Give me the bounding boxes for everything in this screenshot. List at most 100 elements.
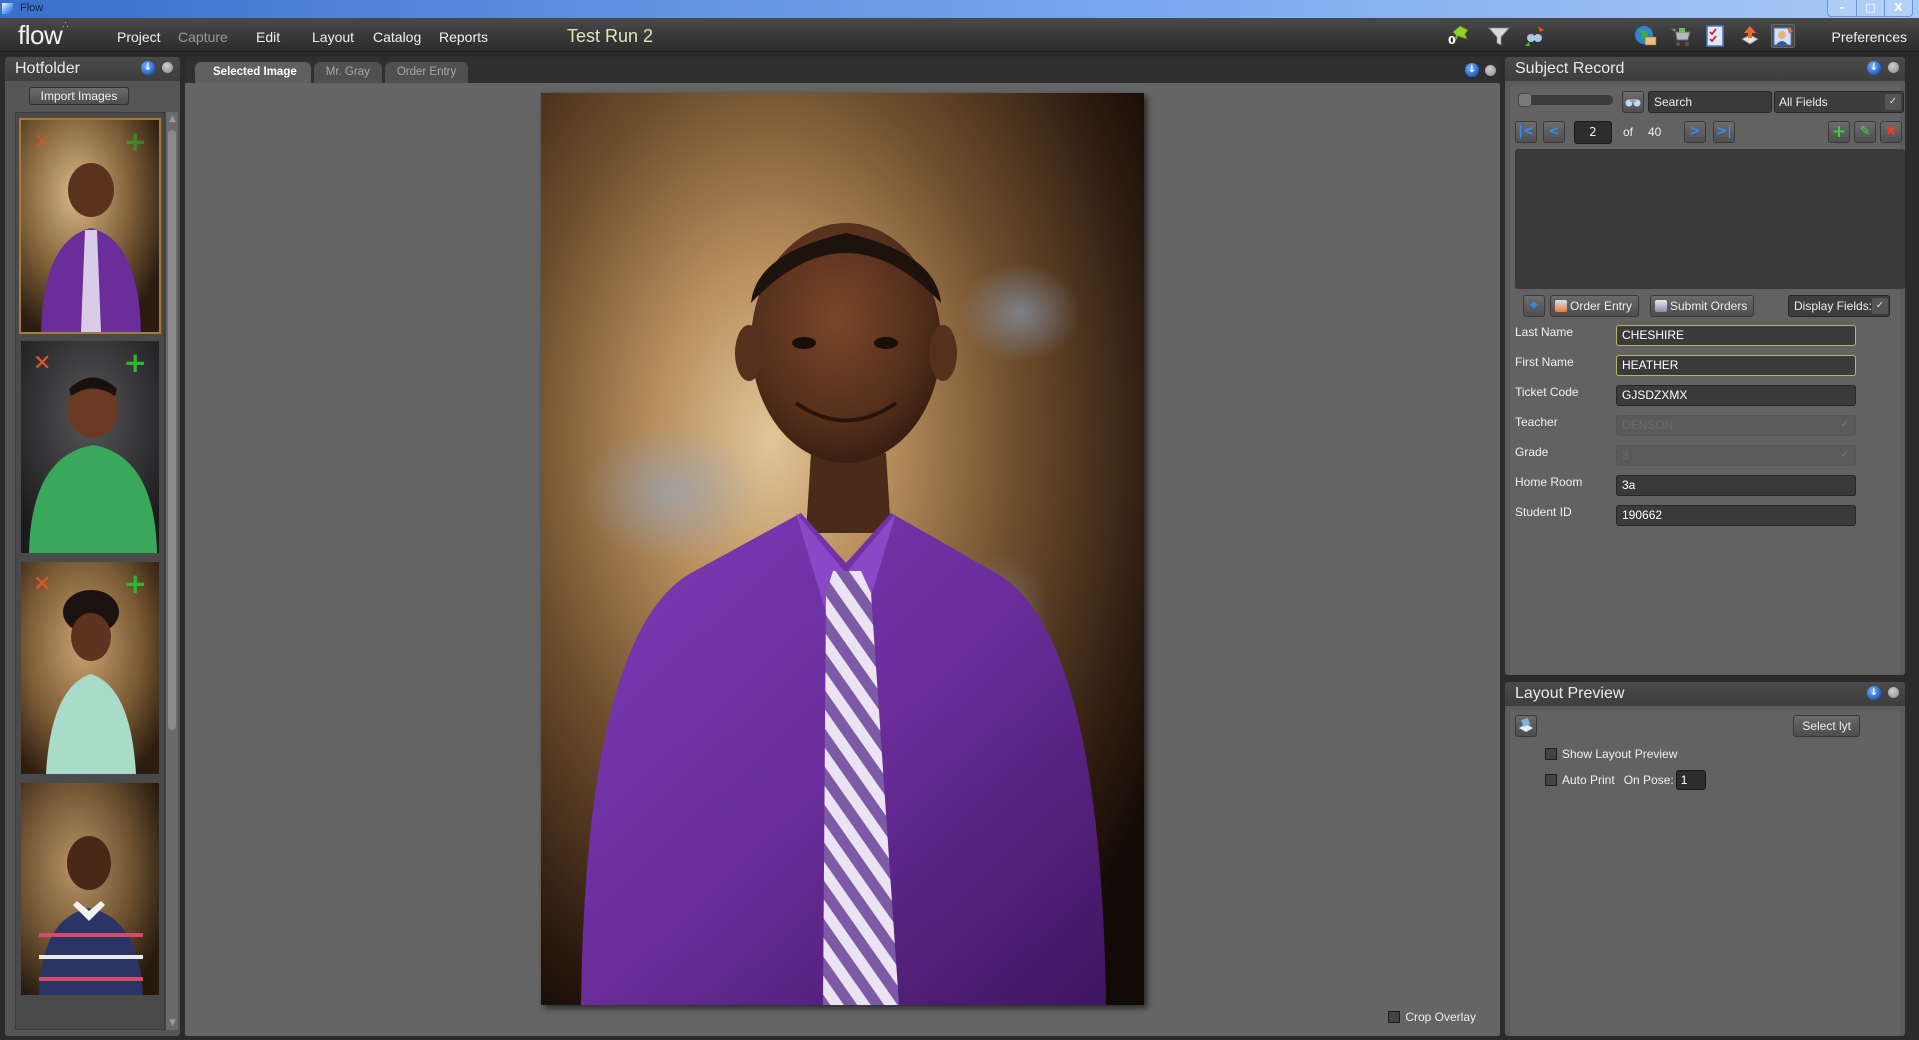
tab-order-entry[interactable]: Order Entry: [384, 62, 469, 83]
shopping-cart-icon[interactable]: [1668, 24, 1692, 48]
image-canvas: Crop Overlay: [185, 83, 1500, 1036]
close-panel-icon[interactable]: [1888, 687, 1899, 698]
scroll-down-icon[interactable]: ▼: [168, 1018, 177, 1028]
teacher-label: Teacher: [1515, 415, 1558, 429]
close-button[interactable]: X: [1884, 0, 1912, 16]
reject-icon[interactable]: ✕: [33, 132, 51, 154]
thumbnail-photo: [21, 783, 159, 995]
globe-icon[interactable]: [1633, 24, 1657, 48]
select-layout-button[interactable]: Select lyt: [1793, 715, 1860, 737]
user-photo-icon[interactable]: [1771, 24, 1795, 48]
menu-project[interactable]: Project: [117, 29, 161, 45]
previous-record-button[interactable]: <: [1543, 121, 1565, 143]
thumbnail-item[interactable]: ✕ +: [19, 560, 161, 776]
order-entry-label: Order Entry: [1570, 299, 1633, 313]
preferences-link[interactable]: Preferences: [1832, 29, 1907, 45]
layout-preview-body: Select lyt Show Layout Preview Auto Prin…: [1510, 710, 1900, 1036]
binoculars-search-button[interactable]: [1622, 91, 1644, 113]
tab-mr-gray[interactable]: Mr. Gray: [313, 62, 382, 83]
minimize-button[interactable]: –: [1828, 0, 1856, 16]
last-name-field[interactable]: CHESHIRE: [1616, 325, 1856, 346]
thumbnail-item[interactable]: [19, 781, 161, 997]
filter-icon[interactable]: [1487, 24, 1511, 48]
main-photo[interactable]: [541, 93, 1144, 1005]
dock-pin-icon[interactable]: ↓: [1465, 63, 1479, 77]
submit-orders-button[interactable]: Submit Orders: [1650, 295, 1755, 317]
maximize-button[interactable]: □: [1856, 0, 1884, 16]
search-field-select[interactable]: All Fields ✓: [1774, 91, 1904, 113]
grade-select: 3 ✓: [1616, 445, 1856, 466]
add-icon[interactable]: +: [124, 128, 147, 156]
thumbnail-item[interactable]: ✕ +: [19, 339, 161, 555]
delete-record-button[interactable]: ✖: [1880, 121, 1902, 143]
tab-selected-image[interactable]: Selected Image: [195, 62, 311, 83]
hotfolder-title: Hotfolder: [15, 60, 80, 77]
auto-print-checkbox[interactable]: [1545, 774, 1557, 786]
student-id-field[interactable]: 190662: [1616, 505, 1856, 526]
crop-button[interactable]: ⌖: [1523, 295, 1545, 317]
dock-pin-icon[interactable]: ↓: [141, 61, 155, 75]
auto-print-toggle[interactable]: Auto Print On Pose: 1: [1545, 770, 1706, 790]
menu-catalog[interactable]: Catalog: [373, 29, 421, 45]
grade-value: 3: [1622, 448, 1629, 462]
pushpin-count: 0: [1448, 34, 1456, 47]
ticket-code-field[interactable]: GJSDZXMX: [1616, 385, 1856, 406]
pushpin-icon[interactable]: 0: [1448, 24, 1474, 48]
record-number-input[interactable]: 2: [1574, 121, 1612, 144]
zoom-slider[interactable]: [1518, 93, 1613, 107]
order-entry-button[interactable]: Order Entry: [1550, 295, 1640, 317]
student-id-label: Student ID: [1515, 505, 1572, 519]
print-button[interactable]: [1515, 715, 1537, 737]
slider-knob[interactable]: [1518, 93, 1532, 107]
crop-overlay-toggle[interactable]: Crop Overlay: [1388, 1010, 1476, 1024]
first-name-field[interactable]: HEATHER: [1616, 355, 1856, 376]
display-fields-label: Display Fields:: [1794, 299, 1873, 313]
thumbnail-item[interactable]: ✕ +: [19, 118, 161, 334]
pencil-icon: ✎: [1859, 124, 1871, 139]
display-fields-select[interactable]: Display Fields: ✓: [1788, 295, 1890, 317]
import-images-button[interactable]: Import Images: [29, 87, 129, 105]
search-input[interactable]: Search: [1648, 91, 1772, 113]
menu-capture[interactable]: Capture: [178, 29, 228, 45]
layout-preview-title: Layout Preview: [1515, 685, 1625, 702]
sync-icon[interactable]: [1522, 24, 1546, 48]
scrollbar-thumb[interactable]: [168, 130, 176, 730]
dock-pin-icon[interactable]: ↓: [1867, 686, 1881, 700]
menu-layout[interactable]: Layout: [312, 29, 354, 45]
reject-icon[interactable]: ✕: [33, 353, 51, 375]
dock-pin-icon[interactable]: ↓: [1867, 61, 1881, 75]
add-icon[interactable]: +: [124, 349, 147, 377]
crop-icon: ⌖: [1530, 298, 1538, 313]
chevron-down-icon: ✓: [1872, 298, 1888, 314]
add-icon[interactable]: +: [124, 570, 147, 598]
crop-overlay-checkbox[interactable]: [1388, 1011, 1401, 1023]
menu-bar: flow∴ Project Capture Edit Layout Catalo…: [0, 18, 1919, 52]
subject-record-body: Search All Fields ✓ |< < 2 of 40 > >| + …: [1510, 85, 1905, 675]
grade-label: Grade: [1515, 445, 1549, 459]
home-room-label: Home Room: [1515, 475, 1583, 489]
reject-icon[interactable]: ✕: [33, 574, 51, 596]
thumbnail-scrollbar[interactable]: ▲ ▼: [165, 112, 178, 1030]
order-entry-icon: [1555, 300, 1567, 312]
on-pose-input[interactable]: 1: [1675, 770, 1706, 790]
image-viewer-panel: Selected Image Mr. Gray Order Entry ↓ Cr…: [185, 57, 1500, 1036]
upload-icon[interactable]: [1738, 24, 1762, 48]
add-record-button[interactable]: +: [1828, 121, 1850, 143]
home-room-field[interactable]: 3a: [1616, 475, 1856, 496]
edit-record-button[interactable]: ✎: [1854, 121, 1876, 143]
last-record-button[interactable]: >|: [1713, 121, 1735, 143]
checklist-icon[interactable]: [1703, 24, 1727, 48]
first-icon: |<: [1518, 124, 1534, 139]
menu-reports[interactable]: Reports: [439, 29, 488, 45]
viewer-tabs: Selected Image Mr. Gray Order Entry: [195, 62, 471, 83]
scroll-up-icon[interactable]: ▲: [168, 114, 177, 124]
close-panel-icon[interactable]: [1888, 62, 1899, 73]
first-record-button[interactable]: |<: [1515, 121, 1537, 143]
printer-icon: [1519, 717, 1533, 732]
show-layout-preview-checkbox[interactable]: [1545, 748, 1557, 760]
close-panel-icon[interactable]: [1485, 65, 1496, 76]
menu-edit[interactable]: Edit: [256, 29, 280, 45]
show-layout-preview-toggle[interactable]: Show Layout Preview: [1545, 747, 1677, 761]
next-record-button[interactable]: >: [1684, 121, 1706, 143]
close-panel-icon[interactable]: [162, 62, 173, 73]
